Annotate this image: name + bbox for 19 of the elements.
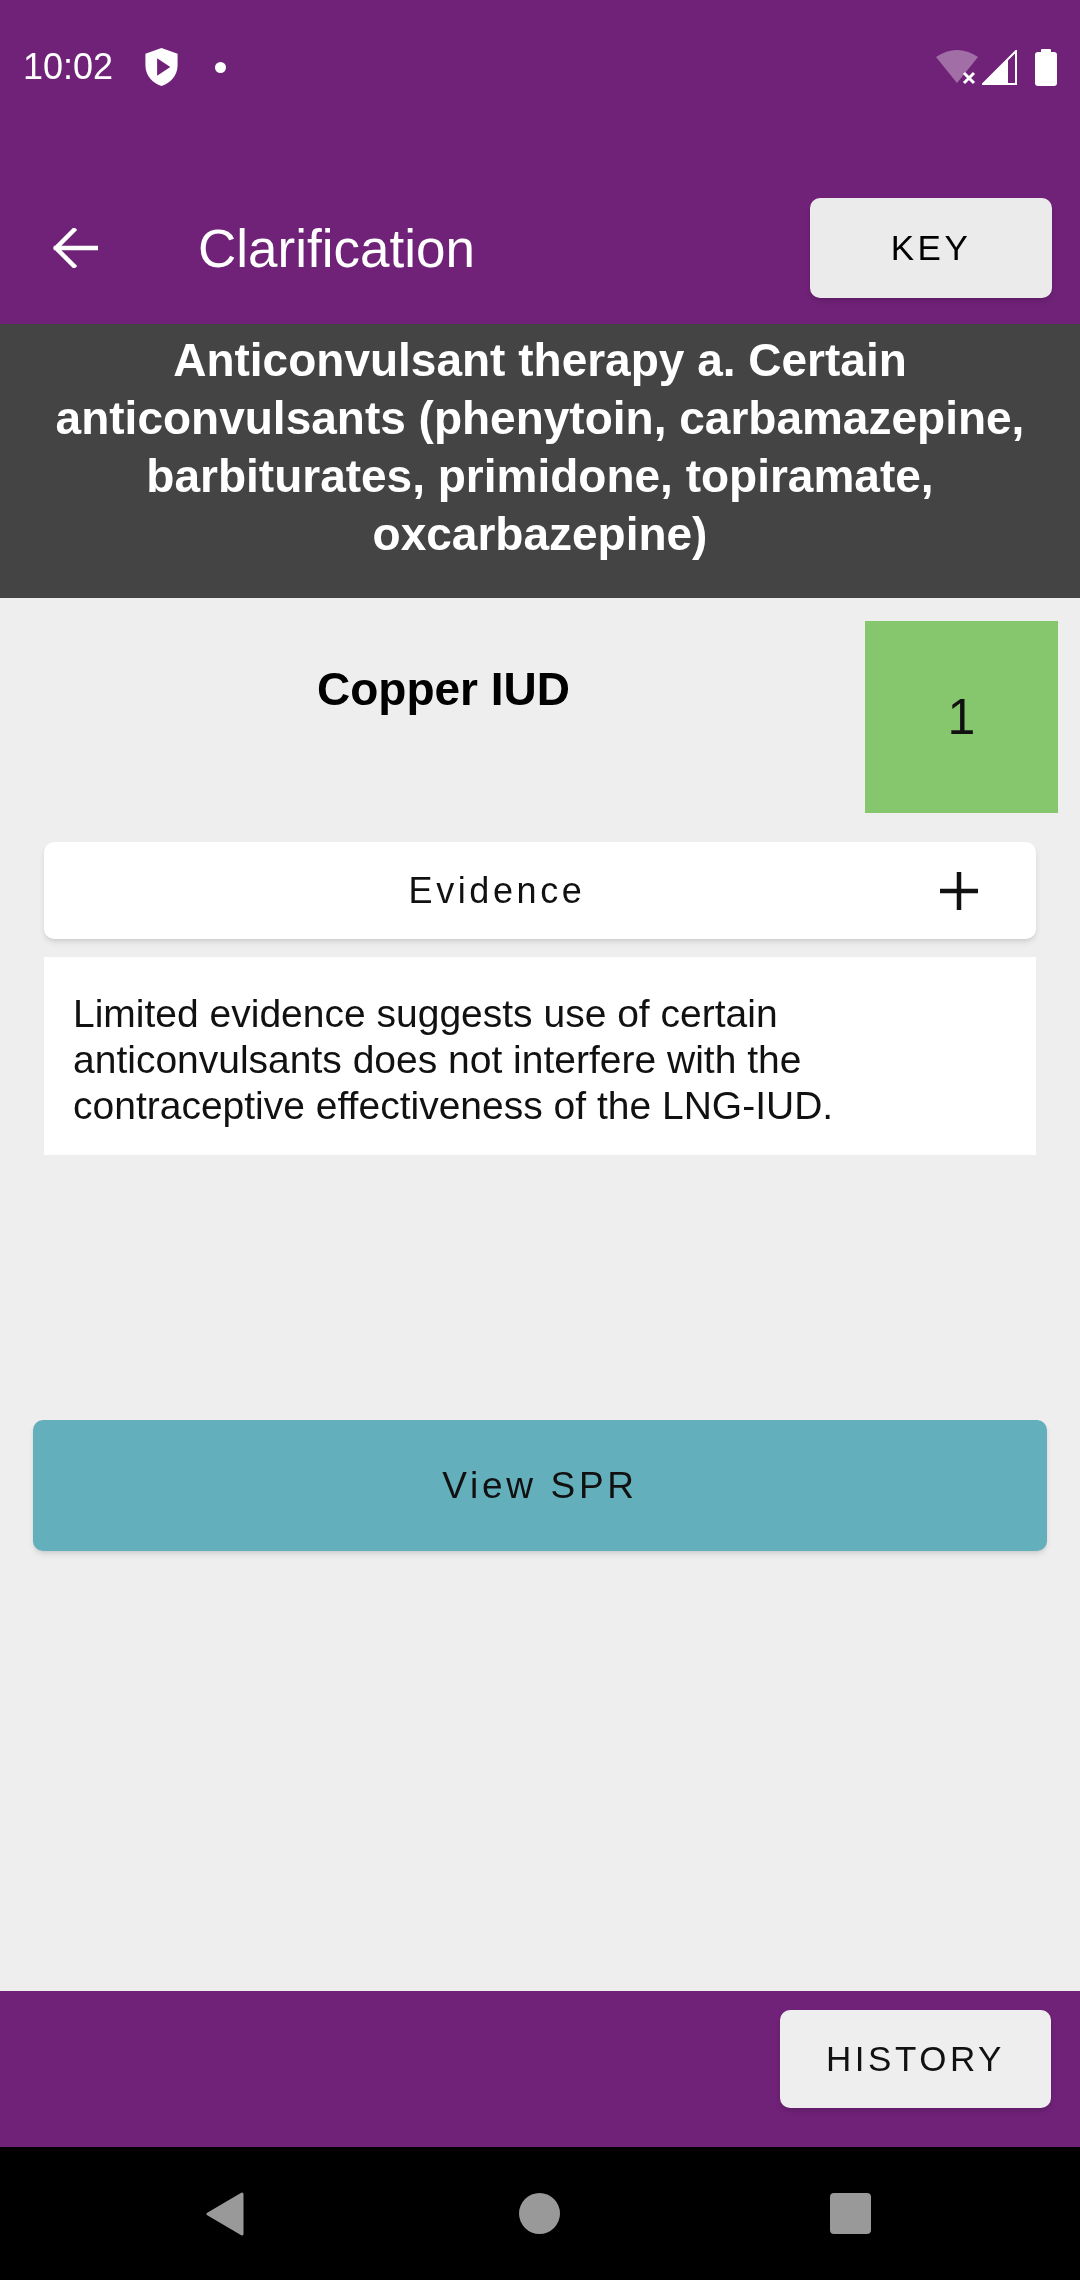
notification-dot-icon xyxy=(215,61,227,73)
shield-play-icon xyxy=(145,48,179,86)
back-arrow-icon xyxy=(52,228,98,268)
battery-icon xyxy=(1035,48,1057,86)
status-time: 10:02 xyxy=(23,49,114,85)
signal-icon xyxy=(982,49,1017,85)
evidence-toggle[interactable]: Evidence xyxy=(44,842,1036,939)
history-button[interactable]: HISTORY xyxy=(780,2010,1051,2108)
nav-home-icon[interactable] xyxy=(519,2193,560,2234)
wifi-off-icon xyxy=(936,49,978,85)
category-rating: 1 xyxy=(865,621,1058,813)
screen-title: Clarification xyxy=(198,221,475,275)
plus-icon xyxy=(940,871,978,910)
view-spr-button[interactable]: View SPR xyxy=(33,1420,1047,1551)
nav-back-icon[interactable] xyxy=(206,2191,244,2236)
method-name: Copper IUD xyxy=(317,662,570,717)
condition-banner: Anticonvulsant therapy a. Certain anticonvulsants (phenytoin, carbamazepine, barbiturates, primidone, topiramate, oxcarbazepine) xyxy=(0,324,1080,598)
evidence-text: Limited evidence suggests use of certain anticonvulsants does not interfere with the contraceptive effectiveness of the LNG-IUD. xyxy=(73,991,835,1129)
key-button[interactable]: KEY xyxy=(810,198,1052,298)
